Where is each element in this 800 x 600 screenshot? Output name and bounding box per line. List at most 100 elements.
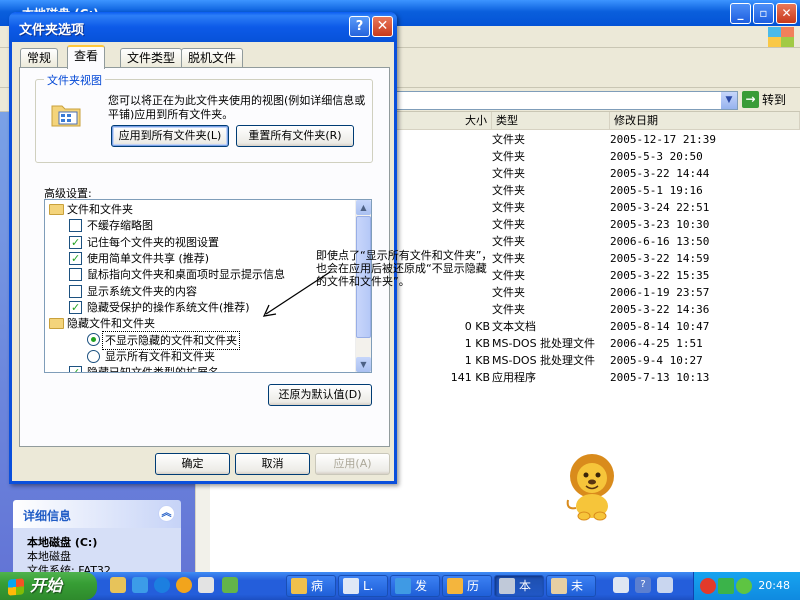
task-button[interactable]: 未 — [546, 575, 596, 597]
task-icon — [395, 578, 411, 594]
tab-general[interactable]: 常规 — [20, 48, 59, 68]
file-modified: 2005-12-17 21:39 — [610, 133, 716, 146]
file-size: 1 KB — [464, 337, 490, 350]
task-button-active[interactable]: 本 — [494, 575, 544, 597]
quicklaunch-folder-icon[interactable] — [110, 577, 126, 593]
task-button[interactable]: 历 — [442, 575, 492, 597]
file-type: 文件夹 — [492, 269, 525, 282]
folder-icon — [49, 204, 64, 215]
maximize-button[interactable]: ▫ — [753, 3, 774, 24]
tree-item-label: 使用简单文件共享 (推荐) — [87, 251, 210, 265]
tab-offline-files[interactable]: 脱机文件 — [181, 48, 244, 68]
radio-button[interactable] — [87, 333, 100, 347]
checkbox[interactable] — [69, 268, 82, 282]
apply-button[interactable]: 应用(A) — [315, 453, 390, 475]
file-type: 文件夹 — [492, 286, 525, 299]
checkbox[interactable] — [69, 219, 82, 233]
checkbox[interactable] — [69, 284, 82, 298]
file-modified: 2005-3-22 14:44 — [610, 167, 710, 180]
windows-logo-icon — [768, 27, 794, 47]
file-modified: 2005-8-14 10:47 — [610, 320, 710, 333]
go-arrow-icon: → — [742, 91, 759, 108]
help-icon[interactable]: ? — [635, 577, 651, 593]
file-modified: 2005-5-3 20:50 — [610, 150, 703, 163]
scroll-up-icon[interactable]: ▲ — [356, 200, 371, 215]
start-button[interactable]: 开始 — [0, 572, 97, 600]
quicklaunch-shield-icon[interactable] — [222, 577, 238, 593]
dialog-title: 文件夹选项 — [19, 23, 85, 38]
ok-button[interactable]: 确定 — [155, 453, 230, 475]
quicklaunch-desktop-icon[interactable] — [132, 577, 148, 593]
annotation-arrow-icon — [262, 271, 331, 317]
task-button[interactable]: 发 — [390, 575, 440, 597]
minimize-button[interactable]: _ — [730, 3, 751, 24]
scroll-down-icon[interactable]: ▼ — [356, 357, 371, 372]
help-button[interactable]: ? — [349, 16, 370, 37]
restore-defaults-button[interactable]: 还原为默认值(D) — [268, 384, 372, 406]
file-type: 文件夹 — [492, 184, 525, 197]
file-type: 文件夹 — [492, 303, 525, 316]
lion-mascot-image — [566, 454, 614, 521]
file-modified: 2005-3-22 15:35 — [610, 269, 710, 282]
folder-view-group: 文件夹视图 您可以将正在为此文件夹使用的视图(例如详细信息或平铺)应用到所有文件… — [35, 72, 373, 163]
details-panel: 详细信息 ︽ 本地磁盘 (C:) 本地磁盘 文件系统: FAT32 — [13, 500, 181, 577]
checkbox[interactable] — [69, 250, 82, 267]
file-type: MS-DOS 批处理文件 — [492, 354, 596, 367]
file-type: 文件夹 — [492, 235, 525, 248]
checkbox[interactable] — [69, 234, 82, 251]
task-icon — [447, 578, 463, 594]
file-size: 1 KB — [464, 354, 490, 367]
file-type: 应用程序 — [492, 371, 536, 384]
cancel-button[interactable]: 取消 — [235, 453, 310, 475]
clock: 20:48 — [758, 579, 790, 592]
file-size: 0 KB — [464, 320, 490, 333]
col-type[interactable]: 类型 — [492, 112, 610, 130]
tree-item-label: 显示所有文件和文件夹 — [105, 349, 215, 363]
reset-all-folders-button[interactable]: 重置所有文件夹(R) — [236, 125, 354, 147]
go-button[interactable]: → 转到 — [742, 91, 798, 110]
tree-item-label: 文件和文件夹 — [67, 203, 133, 216]
file-modified: 2006-6-16 13:50 — [610, 235, 710, 248]
file-modified: 2005-7-13 10:13 — [610, 371, 710, 384]
task-button[interactable]: L. — [338, 575, 388, 597]
details-header[interactable]: 详细信息 ︽ — [13, 500, 181, 528]
dialog-titlebar[interactable]: 文件夹选项 ? ✕ — [9, 12, 397, 42]
tray-app-icon[interactable] — [700, 578, 716, 594]
checkbox[interactable] — [69, 364, 82, 372]
collapse-chevron-icon[interactable]: ︽ — [158, 505, 175, 522]
file-modified: 2005-3-22 14:36 — [610, 303, 710, 316]
quicklaunch-app-icon[interactable] — [198, 577, 214, 593]
folder-view-description: 您可以将正在为此文件夹使用的视图(例如详细信息或平铺)应用到所有文件夹。 — [108, 94, 366, 121]
file-modified: 2006-1-19 23:57 — [610, 286, 710, 299]
folder-view-legend: 文件夹视图 — [44, 72, 105, 88]
apply-to-all-folders-button[interactable]: 应用到所有文件夹(L) — [111, 125, 229, 147]
file-modified: 2005-3-24 22:51 — [610, 201, 710, 214]
explorer-close-button[interactable]: ✕ — [776, 3, 797, 24]
tab-view[interactable]: 查看 — [67, 45, 106, 69]
tree-item-label: 隐藏受保护的操作系统文件(推荐) — [87, 300, 250, 314]
checkbox[interactable] — [69, 299, 82, 316]
quicklaunch-ie-icon[interactable] — [154, 577, 170, 593]
address-dropdown-icon[interactable]: ▼ — [721, 92, 737, 109]
ime-icon[interactable] — [657, 577, 673, 593]
tray-umbrella-icon[interactable] — [736, 578, 752, 594]
tab-file-types[interactable]: 文件类型 — [120, 48, 183, 68]
file-type: 文件夹 — [492, 150, 525, 163]
col-modified[interactable]: 修改日期 — [610, 112, 800, 130]
task-button[interactable]: 病 — [286, 575, 336, 597]
task-icon — [343, 578, 359, 594]
file-type: 文本文档 — [492, 320, 536, 333]
radio-button[interactable] — [87, 349, 100, 363]
quicklaunch-media-icon[interactable] — [176, 577, 192, 593]
dialog-close-button[interactable]: ✕ — [372, 16, 393, 37]
tree-item-label: 鼠标指向文件夹和桌面项时显示提示信息 — [87, 268, 285, 282]
system-tray: 20:48 — [693, 572, 800, 600]
tree-item-label: 不缓存缩略图 — [87, 219, 153, 233]
file-modified: 2005-5-1 19:16 — [610, 184, 703, 197]
file-modified: 2006-4-25 1:51 — [610, 337, 703, 350]
file-modified: 2005-3-22 14:59 — [610, 252, 710, 265]
file-type: 文件夹 — [492, 218, 525, 231]
tray-mail-icon[interactable] — [718, 578, 734, 594]
file-type: 文件夹 — [492, 167, 525, 180]
keyboard-icon[interactable] — [613, 577, 629, 593]
